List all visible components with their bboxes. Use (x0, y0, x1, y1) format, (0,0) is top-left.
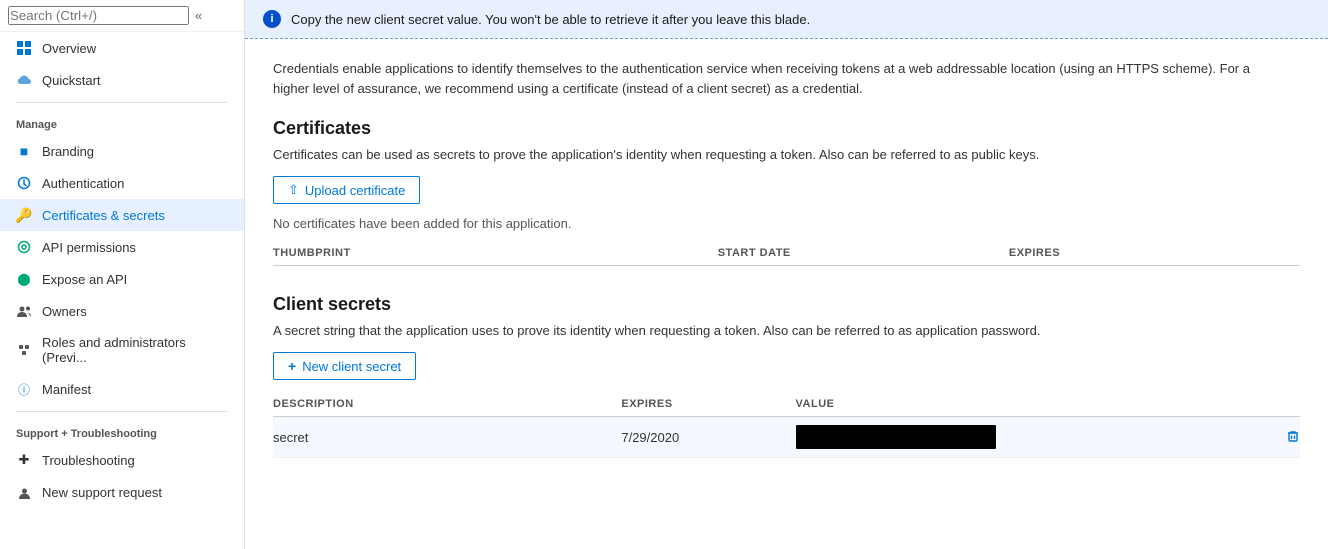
sidebar-item-label: Authentication (42, 176, 124, 191)
wrench-icon: ✚ (16, 452, 32, 468)
upload-btn-label: Upload certificate (305, 183, 405, 198)
certs-header-row: THUMBPRINT START DATE EXPIRES (273, 241, 1300, 266)
cloud-icon (16, 72, 32, 88)
sidebar-item-label: Quickstart (42, 73, 101, 88)
upload-icon: ⇧ (288, 182, 299, 198)
no-certs-text: No certificates have been added for this… (273, 216, 1300, 231)
col-expires: EXPIRES (1009, 247, 1300, 259)
secret-expires: 7/29/2020 (621, 430, 795, 445)
sidebar-search-row: « (0, 0, 244, 32)
key-icon: 🔑 (16, 207, 32, 223)
secret-description: secret (273, 430, 621, 445)
sidebar-item-authentication[interactable]: Authentication (0, 167, 244, 199)
sidebar-item-troubleshooting[interactable]: ✚ Troubleshooting (0, 444, 244, 476)
sidebar-manage-label: Manage (0, 109, 244, 135)
person-support-icon (16, 484, 32, 500)
content-area: Credentials enable applications to ident… (245, 39, 1328, 549)
sidebar-item-label: Troubleshooting (42, 453, 135, 468)
sidebar-item-label: Branding (42, 144, 94, 159)
info-banner: i Copy the new client secret value. You … (245, 0, 1328, 39)
sidebar-item-branding[interactable]: ■ Branding (0, 135, 244, 167)
secrets-header-row: DESCRIPTION EXPIRES VALUE (273, 392, 1300, 417)
main-area: i Copy the new client secret value. You … (245, 0, 1328, 549)
grid-icon (16, 40, 32, 56)
secrets-table: DESCRIPTION EXPIRES VALUE secret 7/29/20… (273, 392, 1300, 458)
sidebar-divider (16, 102, 228, 103)
intro-text: Credentials enable applications to ident… (273, 59, 1263, 98)
new-client-secret-button[interactable]: + New client secret (273, 352, 416, 380)
collapse-icon[interactable]: « (195, 8, 202, 23)
sidebar-item-label: Manifest (42, 382, 91, 397)
sidebar-support-label: Support + Troubleshooting (0, 418, 244, 444)
client-secrets-section: Client secrets A secret string that the … (273, 294, 1300, 458)
sidebar-item-certs-secrets[interactable]: 🔑 Certificates & secrets (0, 199, 244, 231)
sidebar-item-new-support[interactable]: New support request (0, 476, 244, 508)
new-secret-btn-label: New client secret (302, 359, 401, 374)
col-thumbprint: THUMBPRINT (273, 247, 710, 259)
table-row: secret 7/29/2020 (273, 417, 1300, 458)
col-value: VALUE (796, 398, 1260, 410)
sidebar-item-label: Owners (42, 304, 87, 319)
roles-icon (16, 342, 32, 358)
certificates-title: Certificates (273, 118, 1300, 139)
new-secret-icon: + (288, 358, 296, 374)
sidebar-item-api-permissions[interactable]: API permissions (0, 231, 244, 263)
secret-actions (1260, 429, 1300, 446)
secret-value (796, 425, 1260, 449)
sidebar-item-label: API permissions (42, 240, 136, 255)
sidebar-item-label: Certificates & secrets (42, 208, 165, 223)
banner-text: Copy the new client secret value. You wo… (291, 12, 810, 27)
client-secrets-title: Client secrets (273, 294, 1300, 315)
sidebar-item-manifest[interactable]: ⓘ Manifest (0, 373, 244, 405)
sidebar-divider-2 (16, 411, 228, 412)
sidebar-item-roles-admin[interactable]: Roles and administrators (Previ... (0, 327, 244, 373)
sidebar-item-quickstart[interactable]: Quickstart (0, 64, 244, 96)
info-icon: i (263, 10, 281, 28)
sidebar-item-label: New support request (42, 485, 162, 500)
col-start-date: START DATE (710, 247, 1009, 259)
sidebar-item-owners[interactable]: Owners (0, 295, 244, 327)
hidden-secret-block (796, 425, 996, 449)
col-actions (1260, 398, 1300, 410)
upload-certificate-button[interactable]: ⇧ Upload certificate (273, 176, 420, 204)
certificates-desc: Certificates can be used as secrets to p… (273, 147, 1300, 162)
certs-table: THUMBPRINT START DATE EXPIRES (273, 241, 1300, 266)
col-expires: EXPIRES (621, 398, 795, 410)
api-icon (16, 239, 32, 255)
sidebar-item-label: Expose an API (42, 272, 127, 287)
auth-icon (16, 175, 32, 191)
search-input[interactable] (8, 6, 189, 25)
sidebar-item-overview[interactable]: Overview (0, 32, 244, 64)
certificates-section: Certificates Certificates can be used as… (273, 118, 1300, 266)
col-description: DESCRIPTION (273, 398, 621, 410)
branding-icon: ■ (16, 143, 32, 159)
expose-icon: ⬤ (16, 271, 32, 287)
delete-secret-icon[interactable] (1286, 430, 1300, 446)
manifest-icon: ⓘ (16, 381, 32, 397)
sidebar-item-label: Roles and administrators (Previ... (42, 335, 228, 365)
client-secrets-desc: A secret string that the application use… (273, 323, 1300, 338)
sidebar-item-expose-api[interactable]: ⬤ Expose an API (0, 263, 244, 295)
sidebar-item-label: Overview (42, 41, 96, 56)
sidebar: « Overview Quickstart Manage ■ Branding … (0, 0, 245, 549)
people-icon (16, 303, 32, 319)
